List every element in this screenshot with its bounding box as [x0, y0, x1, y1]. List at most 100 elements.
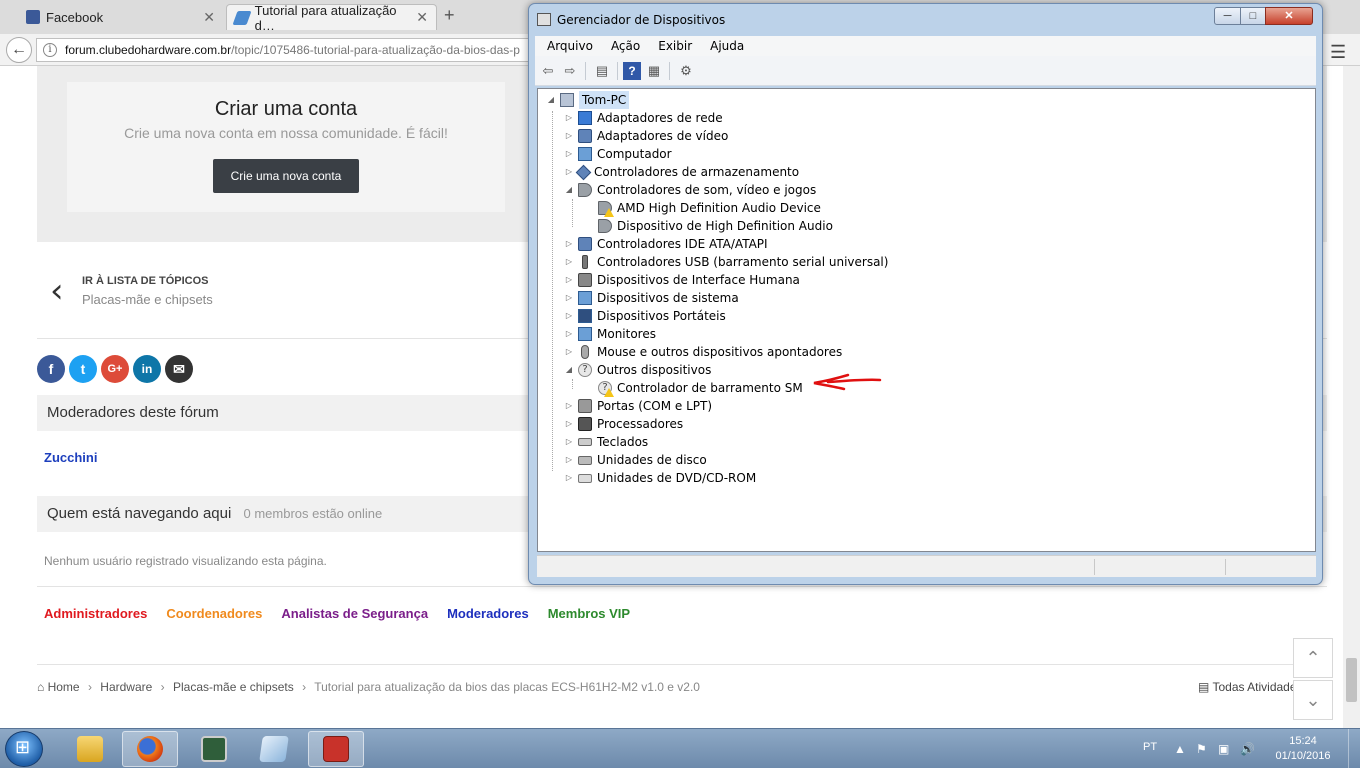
tree-item[interactable]: ◢ Controladores de som, vídeo e jogos — [564, 181, 816, 199]
minimize-button[interactable]: ─ — [1214, 7, 1241, 25]
tree-item[interactable]: ▷ Adaptadores de vídeo — [564, 127, 728, 145]
show-hidden-icons-icon[interactable]: ▲ — [1174, 742, 1186, 756]
taskbar-monitor-app[interactable] — [186, 731, 242, 767]
expand-arrow-icon[interactable]: ▷ — [564, 163, 574, 181]
scan-hardware-icon[interactable]: ⚙ — [677, 62, 695, 80]
tree-item[interactable]: ▷ Processadores — [564, 415, 683, 433]
menu-icon[interactable]: ☰ — [1330, 42, 1346, 63]
breadcrumb-forum[interactable]: Placas-mãe e chipsets — [173, 680, 294, 694]
scrollbar-thumb[interactable] — [1346, 658, 1357, 702]
tree-item[interactable]: ▷ Dispositivos Portáteis — [564, 307, 726, 325]
expand-arrow-icon[interactable]: ▷ — [564, 145, 574, 163]
expand-arrow-icon[interactable]: ▷ — [564, 325, 574, 343]
expand-arrow-icon[interactable]: ▷ — [564, 109, 574, 127]
breadcrumb-home[interactable]: Home — [48, 680, 80, 694]
tree-item[interactable]: ▷ Controladores USB (barramento serial u… — [564, 253, 888, 271]
tree-item[interactable]: ▷ Mouse e outros dispositivos apontadore… — [564, 343, 842, 361]
tree-root-tom-pc[interactable]: ◢ Tom-PC — [546, 91, 630, 109]
google-plus-share-icon[interactable]: G+ — [101, 355, 129, 383]
scroll-to-bottom-button[interactable]: ⌄ — [1293, 680, 1333, 720]
scroll-to-top-button[interactable]: ⌃ — [1293, 638, 1333, 678]
twitter-share-icon[interactable]: t — [69, 355, 97, 383]
collapse-arrow-icon[interactable]: ◢ — [564, 361, 574, 379]
group-moderadores[interactable]: Moderadores — [447, 606, 529, 621]
maximize-button[interactable]: □ — [1240, 7, 1266, 25]
taskbar-firefox[interactable] — [122, 731, 178, 767]
expand-arrow-icon[interactable]: ▷ — [564, 433, 574, 451]
forward-arrow-icon[interactable]: ⇨ — [561, 62, 579, 80]
group-coordenadores[interactable]: Coordenadores — [166, 606, 262, 621]
linkedin-share-icon[interactable]: in — [133, 355, 161, 383]
tab-close-icon[interactable]: ✕ — [416, 9, 428, 26]
email-share-icon[interactable]: ✉ — [165, 355, 193, 383]
tree-item[interactable]: ◢ ? Outros dispositivos — [564, 361, 711, 379]
expand-arrow-icon[interactable]: ▷ — [564, 127, 574, 145]
expand-arrow-icon[interactable]: ▷ — [564, 343, 574, 361]
tab-close-icon[interactable]: ✕ — [203, 9, 215, 26]
collapse-arrow-icon[interactable]: ◢ — [564, 181, 574, 199]
tab-tutorial[interactable]: Tutorial para atualização d… ✕ — [226, 3, 437, 33]
site-info-icon[interactable]: i — [43, 43, 57, 57]
tree-item[interactable]: Dispositivo de High Definition Audio — [598, 217, 833, 235]
expand-arrow-icon[interactable]: ▷ — [564, 397, 574, 415]
tree-item[interactable]: ▷ Controladores de armazenamento — [564, 163, 799, 181]
taskbar-device-manager[interactable] — [308, 731, 364, 767]
taskbar-notepad[interactable] — [246, 731, 302, 767]
expand-arrow-icon[interactable]: ▷ — [564, 289, 574, 307]
tree-item[interactable]: ▷ Teclados — [564, 433, 648, 451]
menu-acao[interactable]: Ação — [599, 39, 646, 53]
moderator-link[interactable]: Zucchini — [44, 450, 97, 465]
expand-arrow-icon[interactable]: ▷ — [564, 235, 574, 253]
tree-item[interactable]: ▷ Unidades de disco — [564, 451, 707, 469]
new-tab-button[interactable]: + — [444, 5, 455, 26]
tree-item[interactable]: ▷ Dispositivos de Interface Humana — [564, 271, 800, 289]
url-field[interactable]: i forum.clubedohardware.com.br /topic/10… — [36, 38, 536, 62]
display-adapter-icon — [578, 129, 592, 143]
show-hide-console-tree-icon[interactable]: ▤ — [593, 62, 611, 80]
tree-item[interactable]: ▷ Unidades de DVD/CD-ROM — [564, 469, 756, 487]
taskbar-explorer[interactable] — [62, 731, 118, 767]
page-scrollbar[interactable] — [1343, 66, 1360, 728]
back-to-list-label: IR À LISTA DE TÓPICOS — [82, 275, 209, 287]
breadcrumb-hardware[interactable]: Hardware — [100, 680, 152, 694]
tree-item[interactable]: ? Controlador de barramento SM — [598, 379, 803, 397]
group-membros-vip[interactable]: Membros VIP — [548, 606, 630, 621]
menu-ajuda[interactable]: Ajuda — [698, 39, 750, 53]
tab-facebook[interactable]: Facebook ✕ — [18, 4, 223, 30]
back-button[interactable]: ← — [6, 37, 32, 63]
menu-exibir[interactable]: Exibir — [646, 39, 698, 53]
properties-icon[interactable]: ▦ — [645, 62, 663, 80]
create-account-button[interactable]: Crie uma nova conta — [212, 159, 360, 193]
all-activity-link[interactable]: ▤ Todas Atividade — [1198, 680, 1297, 694]
window-titlebar[interactable]: Gerenciador de Dispositivos ─ □ ✕ — [529, 4, 1322, 36]
close-button[interactable]: ✕ — [1265, 7, 1313, 25]
expand-arrow-icon[interactable]: ▷ — [564, 253, 574, 271]
tree-item[interactable]: ▷ Portas (COM e LPT) — [564, 397, 712, 415]
expand-arrow-icon[interactable]: ▷ — [564, 271, 574, 289]
all-activity-label: Todas Atividade — [1212, 680, 1297, 694]
facebook-share-icon[interactable]: f — [37, 355, 65, 383]
language-indicator[interactable]: PT — [1143, 741, 1157, 753]
clock[interactable]: 15:24 01/10/2016 — [1268, 734, 1338, 764]
expand-arrow-icon[interactable]: ▷ — [564, 451, 574, 469]
menu-arquivo[interactable]: Arquivo — [535, 39, 599, 53]
expand-arrow-icon[interactable]: ▷ — [564, 415, 574, 433]
back-arrow-icon[interactable]: ⇦ — [539, 62, 557, 80]
help-icon[interactable]: ? — [623, 62, 641, 80]
tree-item[interactable]: ▷ Dispositivos de sistema — [564, 289, 739, 307]
expand-arrow-icon[interactable]: ▷ — [564, 469, 574, 487]
collapse-arrow-icon[interactable]: ◢ — [546, 91, 556, 109]
expand-arrow-icon[interactable]: ▷ — [564, 307, 574, 325]
group-administradores[interactable]: Administradores — [44, 606, 147, 621]
volume-icon[interactable]: 🔊 — [1240, 742, 1255, 756]
action-center-flag-icon[interactable]: ⚑ — [1196, 742, 1207, 756]
show-desktop-button[interactable] — [1348, 729, 1360, 769]
tree-item[interactable]: ▷ Controladores IDE ATA/ATAPI — [564, 235, 768, 253]
tree-item[interactable]: AMD High Definition Audio Device — [598, 199, 821, 217]
tree-item[interactable]: ▷ Monitores — [564, 325, 656, 343]
start-button[interactable] — [5, 731, 43, 767]
tree-item[interactable]: ▷ Computador — [564, 145, 672, 163]
network-icon[interactable]: ▣ — [1218, 742, 1229, 756]
tree-item[interactable]: ▷ Adaptadores de rede — [564, 109, 723, 127]
group-analistas[interactable]: Analistas de Segurança — [281, 606, 428, 621]
